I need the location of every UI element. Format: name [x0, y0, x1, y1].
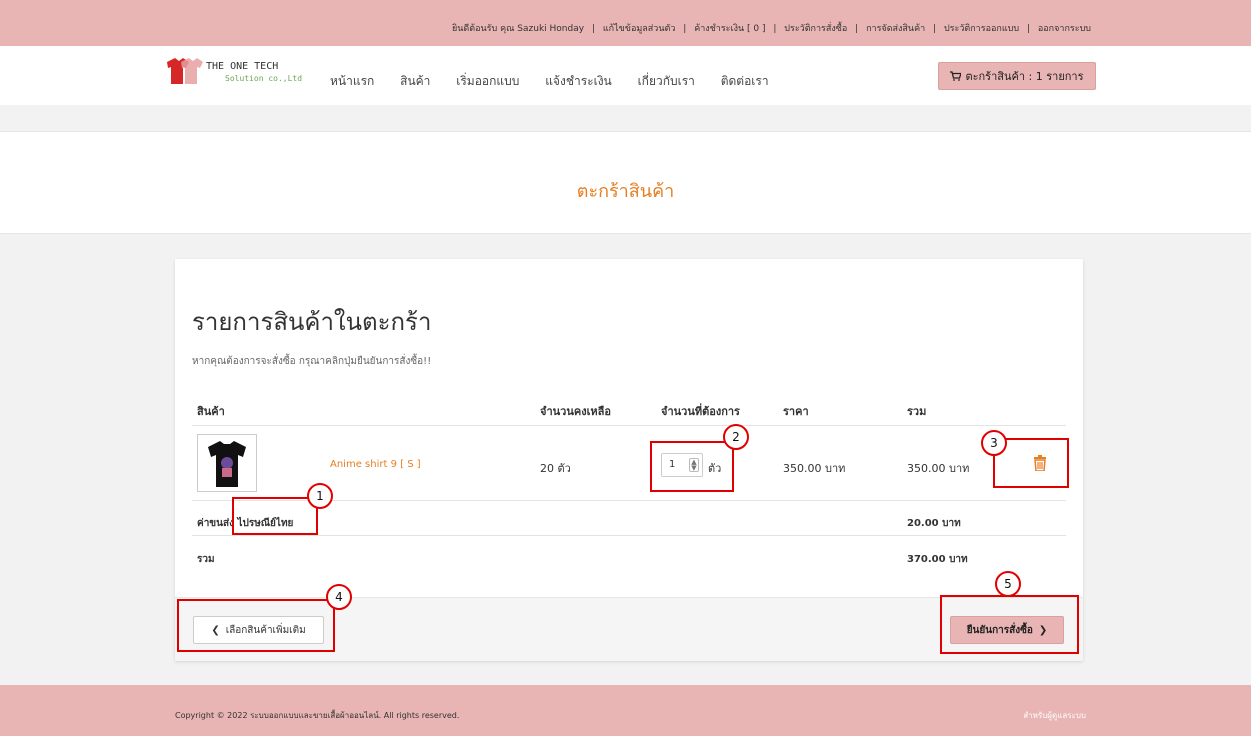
cart-subtitle: หากคุณต้องการจะสั่งซื้อ กรุณาคลิกปุ่มยืน…	[192, 356, 432, 367]
product-thumbnail[interactable]	[197, 434, 257, 492]
col-total: รวม	[907, 405, 927, 418]
nav-home[interactable]: หน้าแรก	[330, 74, 374, 88]
tshirt-image	[208, 441, 246, 487]
nav-about[interactable]: เกี่ยวกับเรา	[638, 74, 695, 88]
price-value: 350.00 บาท	[783, 462, 846, 475]
sum-value: 370.00 บาท	[907, 554, 968, 565]
shipping-value: 20.00 บาท	[907, 518, 961, 529]
cart-button[interactable]: ตะกร้าสินค้า : 1 รายการ	[938, 62, 1096, 90]
annotation-box-4	[177, 599, 335, 652]
nav-contact[interactable]: ติดต่อเรา	[721, 74, 769, 88]
annotation-number-5: 5	[995, 571, 1021, 597]
logo-text-sub: Solution co.,Ltd	[225, 74, 303, 83]
annotation-box-5	[940, 595, 1079, 654]
order-history-link[interactable]: ประวัติการสั่งซื้อ	[784, 24, 847, 34]
col-qty: จำนวนที่ต้องการ	[661, 405, 740, 418]
design-history-link[interactable]: ประวัติการออกแบบ	[944, 24, 1019, 34]
page-hero: ตะกร้าสินค้า	[0, 131, 1251, 234]
shipping-link[interactable]: การจัดส่งสินค้า	[866, 24, 925, 34]
nav-start-design[interactable]: เริ่มออกแบบ	[456, 74, 519, 88]
shirt-logo-icon	[167, 58, 203, 84]
nav-products[interactable]: สินค้า	[400, 74, 430, 88]
page-title: ตะกร้าสินค้า	[576, 181, 675, 202]
cart-icon	[950, 71, 962, 81]
divider	[192, 535, 1066, 536]
main-navbar: THE ONE TECH Solution co.,Ltd หน้าแรก สิ…	[0, 46, 1251, 105]
top-links: ยินดีต้อนรับ คุณ Sazuki Honday | แก้ไขข้…	[451, 24, 1091, 34]
row-total-value: 350.00 บาท	[907, 462, 970, 475]
top-bar: ยินดีต้อนรับ คุณ Sazuki Honday | แก้ไขข้…	[0, 0, 1251, 46]
brand-logo[interactable]: THE ONE TECH Solution co.,Ltd	[163, 56, 302, 92]
annotation-number-4: 4	[326, 584, 352, 610]
nav-payment-notify[interactable]: แจ้งชำระเงิน	[545, 74, 612, 88]
stock-value: 20 ตัว	[540, 462, 571, 475]
cart-title: รายการสินค้าในตะกร้า	[192, 308, 432, 336]
sum-label: รวม	[197, 554, 215, 565]
page-footer: Copyright © 2022 ระบบออกแบบและขายเสื้อผ้…	[0, 685, 1251, 736]
welcome-text: ยินดีต้อนรับ คุณ Sazuki Honday	[451, 24, 585, 34]
divider	[192, 425, 1066, 426]
annotation-number-1: 1	[307, 483, 333, 509]
col-product: สินค้า	[197, 405, 225, 418]
annotation-box-2	[650, 441, 734, 492]
pending-payment-link[interactable]: ค้างชำระเงิน [ 0 ]	[694, 24, 765, 34]
cart-button-label: ตะกร้าสินค้า : 1 รายการ	[965, 70, 1084, 83]
admin-link[interactable]: สำหรับผู้ดูแลระบบ	[1023, 709, 1086, 722]
copyright-text: Copyright © 2022 ระบบออกแบบและขายเสื้อผ้…	[175, 711, 460, 720]
nav-menu: หน้าแรก สินค้า เริ่มออกแบบ แจ้งชำระเงิน …	[330, 72, 791, 91]
annotation-number-2: 2	[723, 424, 749, 450]
logout-link[interactable]: ออกจากระบบ	[1038, 24, 1091, 34]
edit-profile-link[interactable]: แก้ไขข้อมูลส่วนตัว	[603, 24, 676, 34]
product-name-link[interactable]: Anime shirt 9 [ S ]	[330, 459, 421, 470]
annotation-box-1	[232, 497, 318, 535]
col-stock: จำนวนคงเหลือ	[540, 405, 611, 418]
annotation-number-3: 3	[981, 430, 1007, 456]
logo-text-main: THE ONE TECH	[206, 61, 279, 72]
col-price: ราคา	[783, 405, 809, 418]
